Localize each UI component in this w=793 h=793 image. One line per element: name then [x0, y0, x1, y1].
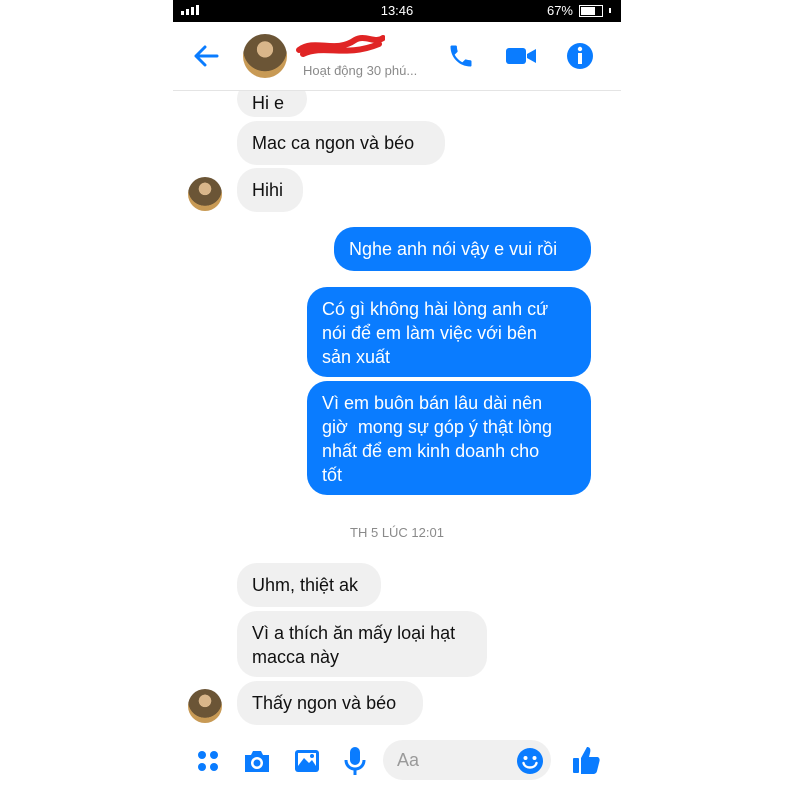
conversation-header: Hoạt động 30 phú...	[173, 22, 621, 91]
like-icon[interactable]	[569, 743, 603, 777]
phone-icon[interactable]	[444, 39, 478, 73]
message-bubble[interactable]: Có gì không hài lòng anh cứ nói để em là…	[307, 287, 591, 377]
mic-icon[interactable]	[338, 744, 372, 778]
phone-screen: 13:46 67% Hoạt động 30 phú... Hi e Mac c…	[173, 0, 621, 793]
message-bubble[interactable]: Hi e	[237, 91, 307, 117]
message-list: Hi e Mac ca ngon và béo Hihi Nghe anh nó…	[173, 91, 621, 729]
message-bubble[interactable]: Nghe anh nói vậy e vui rồi	[334, 227, 591, 271]
video-icon[interactable]	[504, 39, 538, 73]
contact-avatar-small	[188, 177, 222, 211]
message-bubble[interactable]: Vì a thích ăn mấy loại hạt macca này	[237, 611, 487, 677]
message-bubble[interactable]: Thấy ngon và béo	[237, 681, 423, 725]
timestamp: TH 5 LÚC 12:01	[350, 525, 444, 540]
info-icon[interactable]	[563, 39, 597, 73]
message-bubble[interactable]: Mac ca ngon và béo	[237, 121, 445, 165]
message-bubble[interactable]: Hihi	[237, 168, 303, 212]
active-status: Hoạt động 30 phú...	[303, 63, 418, 78]
gallery-icon[interactable]	[290, 744, 324, 778]
status-bar: 13:46 67%	[173, 0, 621, 22]
battery-icon	[579, 4, 603, 17]
camera-icon[interactable]	[240, 744, 274, 778]
message-bubble[interactable]: Uhm, thiệt ak	[237, 563, 381, 607]
composer-bar: Aa	[173, 730, 621, 793]
contact-avatar[interactable]	[243, 34, 287, 78]
back-arrow-icon[interactable]	[189, 39, 223, 73]
redaction-mark	[296, 35, 385, 57]
message-bubble[interactable]: Vì em buôn bán lâu dài nên giờ mong sự g…	[307, 381, 591, 495]
battery-percent: 67%	[546, 3, 573, 18]
contact-avatar-small	[188, 689, 222, 723]
apps-icon[interactable]	[191, 744, 225, 778]
emoji-icon[interactable]	[513, 744, 547, 778]
